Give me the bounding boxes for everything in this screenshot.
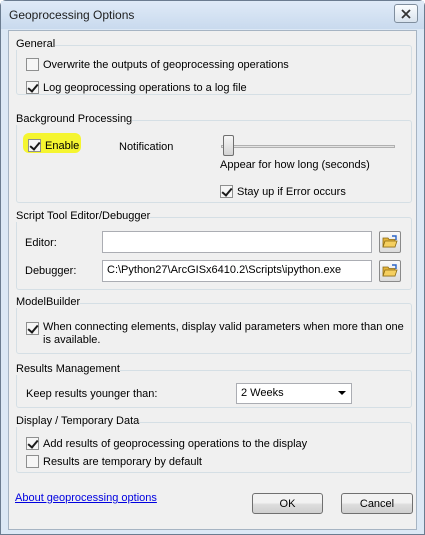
add-results-checkbox[interactable]	[26, 437, 39, 450]
editor-label: Editor:	[25, 237, 57, 249]
editor-browse-button[interactable]	[379, 231, 401, 253]
dropdown-arrow-icon	[338, 391, 346, 395]
valid-parameters-checkbox[interactable]	[26, 322, 39, 335]
open-folder-icon	[382, 264, 398, 277]
overwrite-outputs-option[interactable]: Overwrite the outputs of geoprocessing o…	[26, 58, 289, 71]
enable-label: Enable	[45, 139, 80, 152]
title-bar: Geoprocessing Options	[1, 1, 424, 29]
ok-button-label: OK	[279, 497, 296, 510]
open-folder-icon	[382, 235, 398, 248]
stay-up-option[interactable]: Stay up if Error occurs	[220, 185, 346, 198]
log-operations-label: Log geoprocessing operations to a log fi…	[43, 81, 247, 94]
valid-parameters-label: When connecting elements, display valid …	[43, 321, 404, 346]
display-temporary-title: Display / Temporary Data	[16, 415, 140, 427]
temporary-results-checkbox[interactable]	[26, 455, 39, 468]
log-operations-checkbox[interactable]	[26, 81, 39, 94]
stay-up-checkbox[interactable]	[220, 185, 233, 198]
overwrite-outputs-checkbox[interactable]	[26, 58, 39, 71]
overwrite-outputs-label: Overwrite the outputs of geoprocessing o…	[43, 58, 289, 71]
close-button[interactable]	[394, 4, 418, 23]
debugger-browse-button[interactable]	[379, 260, 401, 282]
enable-option[interactable]: Enable	[28, 139, 79, 152]
dialog-body: General Overwrite the outputs of geoproc…	[8, 30, 417, 530]
general-group-title: General	[16, 38, 56, 50]
debugger-label: Debugger:	[25, 265, 77, 277]
temporary-results-option[interactable]: Results are temporary by default	[26, 455, 202, 468]
cancel-button-label: Cancel	[359, 497, 395, 510]
enable-checkbox[interactable]	[28, 139, 41, 152]
script-tool-title: Script Tool Editor/Debugger	[16, 210, 151, 222]
about-geoprocessing-link[interactable]: About geoprocessing options	[15, 492, 157, 504]
log-operations-option[interactable]: Log geoprocessing operations to a log fi…	[26, 81, 247, 94]
ok-button[interactable]: OK	[252, 493, 323, 514]
temporary-results-label: Results are temporary by default	[43, 455, 202, 468]
keep-results-label: Keep results younger than:	[26, 388, 158, 400]
notification-slider-thumb[interactable]	[223, 135, 234, 156]
add-results-option[interactable]: Add results of geoprocessing operations …	[26, 437, 307, 450]
stay-up-label: Stay up if Error occurs	[237, 185, 346, 198]
close-icon	[401, 8, 411, 19]
debugger-input[interactable]: C:\Python27\ArcGISx6410.2\Scripts\ipytho…	[102, 260, 372, 282]
valid-parameters-option[interactable]: When connecting elements, display valid …	[26, 321, 406, 347]
window-title: Geoprocessing Options	[9, 8, 135, 22]
results-management-title: Results Management	[16, 363, 120, 375]
add-results-label: Add results of geoprocessing operations …	[43, 437, 308, 450]
cancel-button[interactable]: Cancel	[341, 493, 413, 514]
geoprocessing-options-dialog: Geoprocessing Options General Overwrite …	[0, 0, 425, 535]
editor-input[interactable]	[102, 231, 372, 253]
notification-label: Notification	[119, 141, 174, 153]
keep-results-select[interactable]: 2 Weeks	[236, 383, 352, 404]
modelbuilder-title: ModelBuilder	[16, 296, 81, 308]
keep-results-value: 2 Weeks	[241, 387, 284, 399]
background-processing-title: Background Processing	[16, 113, 133, 125]
notification-slider-track[interactable]	[221, 145, 395, 148]
appear-duration-label: Appear for how long (seconds)	[220, 159, 370, 171]
